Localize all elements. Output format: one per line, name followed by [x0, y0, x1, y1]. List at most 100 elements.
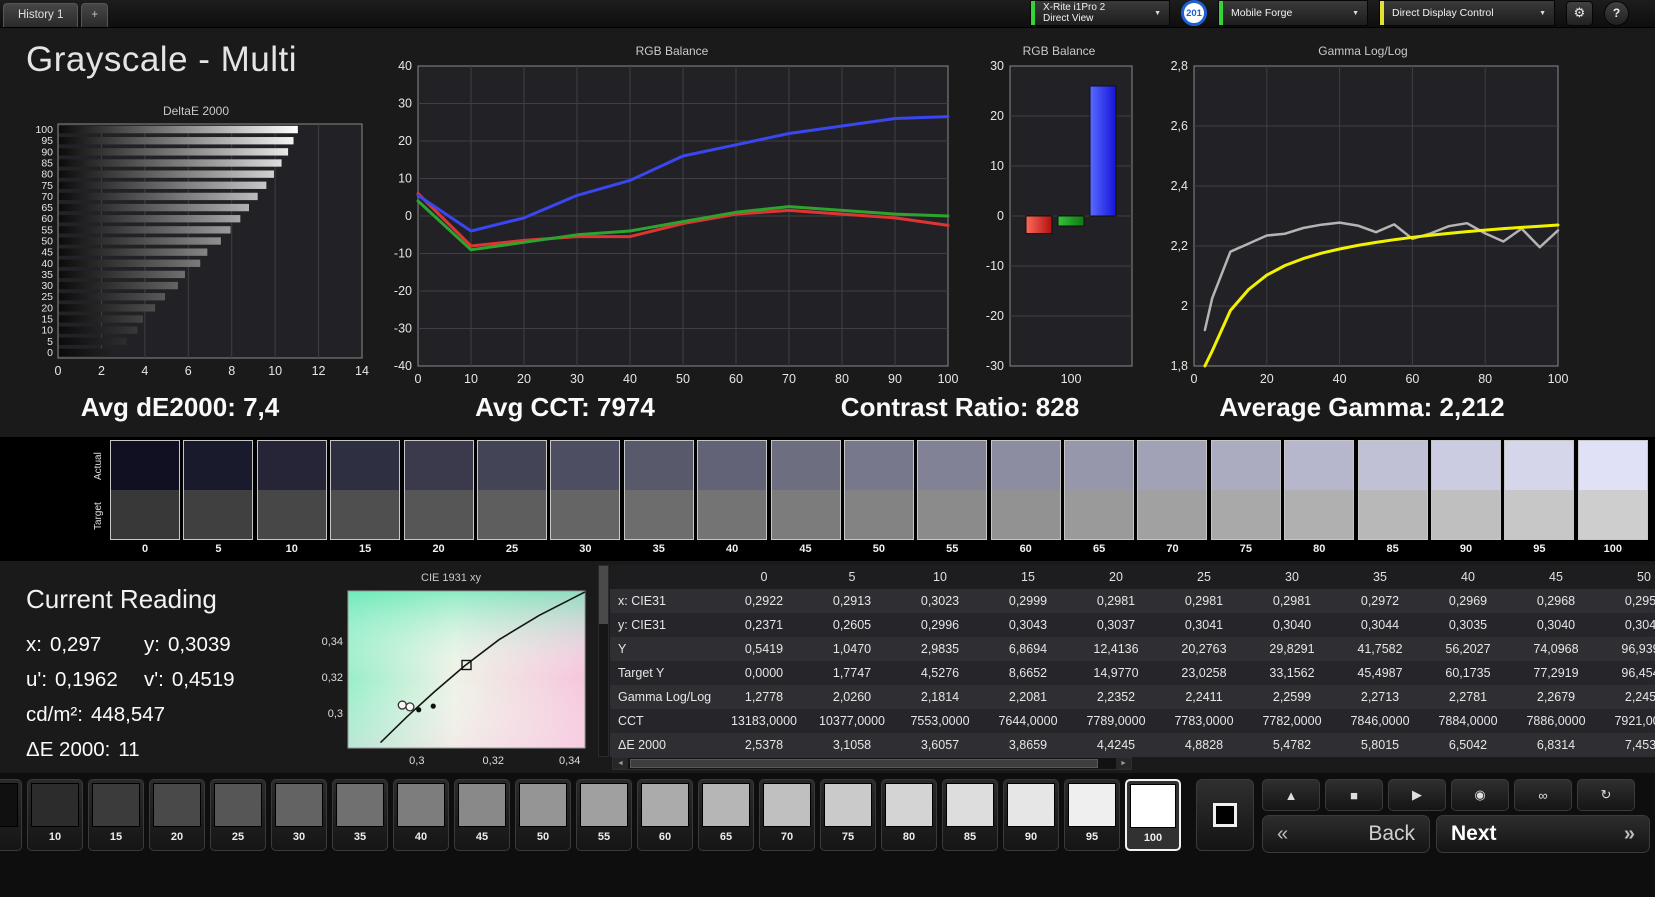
grayscale-swatch-25: 25	[477, 440, 547, 555]
continuous-button[interactable]: ∞	[1514, 779, 1572, 811]
pattern-window-button[interactable]	[1196, 779, 1254, 851]
svg-text:30: 30	[570, 372, 584, 386]
patch-swatch	[1130, 784, 1176, 828]
patch-button-80[interactable]: 80	[881, 779, 937, 851]
patch-button-25[interactable]: 25	[210, 779, 266, 851]
nav-buttons: « Back Next »	[1262, 815, 1650, 853]
rgb-bars-chart-svg: 3020100-10-20-30100	[966, 60, 1152, 390]
svg-text:60: 60	[729, 372, 743, 386]
scrollbar-track[interactable]	[628, 758, 1116, 769]
patch-button-35[interactable]: 35	[332, 779, 388, 851]
help-button[interactable]: ?	[1604, 1, 1629, 26]
svg-text:10: 10	[990, 159, 1004, 173]
patch-button-90[interactable]: 90	[1003, 779, 1059, 851]
grayscale-swatch-strip: Actual Target 05101520253035404550556065…	[0, 437, 1655, 561]
grayscale-swatch-0: 0	[110, 440, 180, 555]
patch-button-10[interactable]: 10	[27, 779, 83, 851]
patch-button-100[interactable]: 100	[1125, 779, 1181, 851]
meter-dropdown[interactable]: X-Rite i1Pro 2 Direct View ▼	[1030, 0, 1170, 26]
grayscale-swatch-35: 35	[624, 440, 694, 555]
svg-text:0,34: 0,34	[559, 755, 580, 767]
loop-button[interactable]: ↻	[1577, 779, 1635, 811]
patch-button-60[interactable]: 60	[637, 779, 693, 851]
svg-text:2,6: 2,6	[1171, 119, 1188, 133]
chevron-down-icon: ▼	[1529, 10, 1546, 17]
vertical-scrollbar-thumb[interactable]	[599, 566, 608, 624]
patch-swatch	[824, 783, 872, 827]
collapse-button[interactable]: ▲	[1262, 779, 1320, 811]
swatch-label: 15	[330, 540, 400, 555]
patch-button-40[interactable]: 40	[393, 779, 449, 851]
gamma-chart: Gamma Log/Log 0204060801002,82,62,42,221…	[1158, 44, 1568, 390]
stop-button[interactable]: ■	[1325, 779, 1383, 811]
topbar-controls: X-Rite i1Pro 2 Direct View ▼ 201 Mobile …	[1030, 0, 1655, 27]
patch-button-30[interactable]: 30	[271, 779, 327, 851]
swatch-label: 100	[1578, 540, 1648, 555]
pattern-source-dropdown[interactable]: Mobile Forge ▼	[1218, 0, 1368, 26]
svg-text:40: 40	[1333, 372, 1347, 386]
scroll-left-arrow[interactable]: ◄	[613, 758, 628, 769]
scroll-right-arrow[interactable]: ►	[1116, 758, 1131, 769]
patch-swatch	[336, 783, 384, 827]
svg-text:30: 30	[398, 97, 412, 111]
svg-text:40: 40	[623, 372, 637, 386]
stop-icon: ■	[1350, 788, 1358, 803]
swatch-label: 55	[917, 540, 987, 555]
swatch-label: 40	[697, 540, 767, 555]
patch-button-65[interactable]: 65	[698, 779, 754, 851]
settings-button[interactable]: ⚙	[1566, 1, 1593, 26]
swatch-row: 0510152025303540455055606570758085909510…	[110, 440, 1648, 555]
tab-history-1[interactable]: History 1	[3, 3, 78, 27]
svg-text:0: 0	[55, 364, 62, 378]
patch-button-85[interactable]: 85	[942, 779, 998, 851]
svg-text:0,3: 0,3	[328, 708, 343, 720]
grayscale-swatch-10: 10	[257, 440, 327, 555]
chevron-down-icon: ▼	[1144, 10, 1161, 17]
patch-label: 40	[397, 827, 445, 843]
patch-button-5[interactable]: 5	[0, 779, 22, 851]
table-row: Target Y0,00001,77474,52768,665214,97702…	[610, 661, 1655, 685]
scrollbar-thumb[interactable]	[630, 759, 1098, 768]
current-reading-title: Current Reading	[26, 584, 326, 615]
svg-text:10: 10	[398, 172, 412, 186]
save-button[interactable]: ◉	[1451, 779, 1509, 811]
grayscale-swatch-95: 95	[1504, 440, 1574, 555]
add-tab-button[interactable]: +	[81, 3, 108, 27]
next-arrow-icon: »	[1624, 823, 1635, 846]
patch-label: 25	[214, 827, 262, 843]
meter-mode: Direct View	[1043, 13, 1105, 25]
chevron-down-icon: ▼	[1342, 10, 1359, 17]
table-vertical-scrollbar[interactable]	[598, 565, 609, 757]
patch-swatch	[214, 783, 262, 827]
display-control-dropdown[interactable]: Direct Display Control ▼	[1379, 0, 1555, 26]
svg-text:100: 100	[1061, 372, 1082, 386]
patch-button-75[interactable]: 75	[820, 779, 876, 851]
patch-button-20[interactable]: 20	[149, 779, 205, 851]
patch-button-50[interactable]: 50	[515, 779, 571, 851]
rgb-balance-line-chart: RGB Balance 0102030405060708090100403020…	[382, 44, 962, 390]
patch-label: 35	[336, 827, 384, 843]
swatch-label: 90	[1431, 540, 1501, 555]
svg-text:20: 20	[990, 109, 1004, 123]
svg-text:100: 100	[1548, 372, 1568, 386]
grayscale-swatch-40: 40	[697, 440, 767, 555]
patch-label: 85	[946, 827, 994, 843]
svg-text:-20: -20	[394, 284, 412, 298]
swatch-label: 60	[991, 540, 1061, 555]
play-button[interactable]: ▶	[1388, 779, 1446, 811]
table-row: y: CIE310,23710,26050,29960,30430,30370,…	[610, 613, 1655, 637]
svg-text:6: 6	[185, 364, 192, 378]
patch-button-55[interactable]: 55	[576, 779, 632, 851]
patch-button-95[interactable]: 95	[1064, 779, 1120, 851]
swatch-label: 50	[844, 540, 914, 555]
swatch-label: 85	[1358, 540, 1428, 555]
next-button[interactable]: Next »	[1436, 815, 1650, 853]
patch-button-70[interactable]: 70	[759, 779, 815, 851]
back-button[interactable]: « Back	[1262, 815, 1430, 853]
patch-swatch	[946, 783, 994, 827]
patch-button-15[interactable]: 15	[88, 779, 144, 851]
patch-label: 30	[275, 827, 323, 843]
grayscale-swatch-90: 90	[1431, 440, 1501, 555]
patch-button-45[interactable]: 45	[454, 779, 510, 851]
topbar: History 1 + X-Rite i1Pro 2 Direct View ▼…	[0, 0, 1655, 28]
